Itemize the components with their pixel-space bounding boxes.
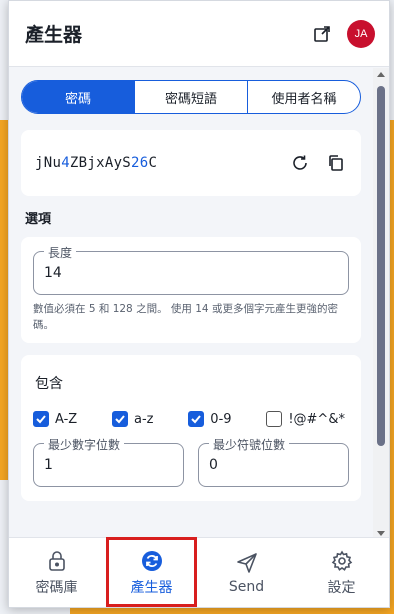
special-checkbox[interactable]: !@#^&*: [266, 411, 345, 427]
character-checkboxes: A-Z a-z 0-9 !@#^&*: [33, 411, 349, 427]
background-page-strip-left: [0, 120, 8, 480]
uppercase-label: A-Z: [55, 411, 78, 427]
password-part-number: 26: [131, 155, 149, 171]
extension-popup: 產生器 JA 密碼 密碼短語 使用者名稱 jNu4ZBjxAyS26C 選項 長…: [8, 0, 390, 608]
type-tabs: 密碼 密碼短語 使用者名稱: [21, 80, 361, 114]
options-card: 長度 14 數值必須在 5 和 128 之間。 使用 14 或更多個字元產生更強…: [21, 237, 361, 343]
min-numbers-label: 最少數字位數: [44, 436, 125, 453]
nav-vault[interactable]: 密碼庫: [9, 538, 104, 607]
main-content: 密碼 密碼短語 使用者名稱 jNu4ZBjxAyS26C 選項 長度 14 數值…: [9, 68, 373, 540]
generated-password: jNu4ZBjxAyS26C: [35, 155, 157, 171]
tab-password[interactable]: 密碼: [22, 81, 135, 113]
scroll-up-icon[interactable]: [377, 72, 385, 77]
numbers-label: 0-9: [210, 411, 232, 427]
nav-send[interactable]: Send: [199, 538, 294, 607]
popout-icon[interactable]: [311, 23, 333, 45]
avatar[interactable]: JA: [347, 19, 375, 48]
length-label: 長度: [44, 244, 77, 261]
minimum-fields: 最少數字位數 1 最少符號位數 0: [33, 436, 349, 487]
nav-vault-label: 密碼庫: [35, 579, 78, 596]
scroll-down-icon[interactable]: [377, 531, 385, 536]
length-field[interactable]: 長度 14: [33, 244, 349, 295]
send-icon: [235, 551, 259, 575]
uppercase-checkbox[interactable]: A-Z: [33, 411, 77, 427]
nav-settings-label: 設定: [327, 579, 356, 596]
password-actions: [289, 152, 347, 174]
options-heading: 選項: [25, 212, 52, 227]
include-heading: 包含: [35, 376, 63, 392]
regenerate-icon[interactable]: [289, 152, 311, 174]
checkbox-checked-icon[interactable]: [188, 411, 205, 427]
generated-password-card: jNu4ZBjxAyS26C: [21, 130, 361, 196]
checkbox-checked-icon[interactable]: [33, 411, 49, 427]
checkbox-checked-icon[interactable]: [112, 411, 129, 427]
password-part: jNu: [35, 155, 62, 171]
password-part: C: [148, 155, 158, 171]
length-hint: 數值必須在 5 和 128 之間。 使用 14 或更多個字元產生更強的密碼。: [33, 303, 338, 331]
lowercase-checkbox[interactable]: a-z: [112, 411, 154, 427]
page-title: 產生器: [25, 24, 83, 46]
password-part-number: 4: [61, 155, 70, 171]
bottom-nav: 密碼庫 產生器 Send 設定: [9, 537, 389, 607]
copy-icon[interactable]: [325, 152, 347, 174]
gear-icon: [330, 549, 354, 573]
lowercase-label: a-z: [134, 411, 154, 427]
nav-generator-label: 產生器: [130, 579, 173, 596]
tab-passphrase[interactable]: 密碼短語: [135, 81, 248, 113]
header: 產生器 JA: [9, 1, 389, 67]
min-numbers-value[interactable]: 1: [44, 457, 53, 473]
nav-send-label: Send: [228, 578, 265, 595]
nav-settings[interactable]: 設定: [294, 538, 389, 607]
min-numbers-field[interactable]: 最少數字位數 1: [33, 436, 184, 487]
numbers-checkbox[interactable]: 0-9: [188, 411, 232, 427]
include-card: 包含 A-Z a-z 0-9 !@#^&* 最少數字位數 1 最少符號位數 0: [21, 355, 361, 501]
tab-username[interactable]: 使用者名稱: [248, 81, 360, 113]
length-value[interactable]: 14: [44, 265, 62, 281]
lock-icon: [45, 549, 69, 573]
generator-icon: [140, 549, 164, 573]
min-special-field[interactable]: 最少符號位數 0: [198, 436, 349, 487]
special-label: !@#^&*: [288, 411, 345, 427]
min-special-label: 最少符號位數: [209, 436, 290, 453]
scrollbar-thumb[interactable]: [377, 86, 385, 446]
min-special-value[interactable]: 0: [209, 457, 218, 473]
scrollbar[interactable]: [373, 68, 389, 540]
nav-generator[interactable]: 產生器: [104, 537, 199, 607]
checkbox-unchecked-icon[interactable]: [266, 411, 283, 427]
password-part: ZBjxAyS: [69, 155, 132, 171]
